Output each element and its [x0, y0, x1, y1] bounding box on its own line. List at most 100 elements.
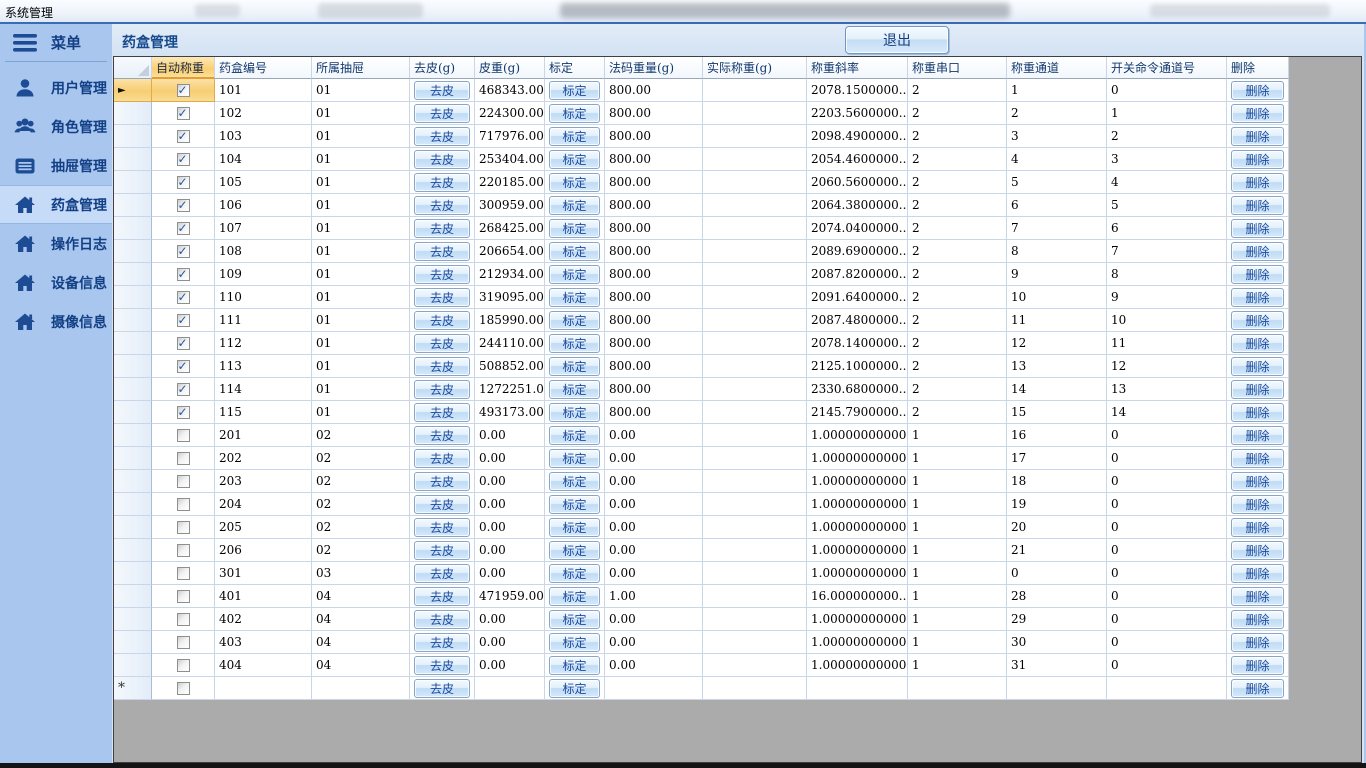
cell-box-no[interactable]: 402: [215, 608, 312, 631]
cell-box-no[interactable]: 106: [215, 194, 312, 217]
cell-weight[interactable]: 800.00: [605, 171, 703, 194]
cell-weight[interactable]: 800.00: [605, 355, 703, 378]
column-header-weight[interactable]: 法码重量(g): [605, 57, 703, 79]
cell-serial-port[interactable]: [908, 677, 1007, 700]
cell-box-no[interactable]: 108: [215, 240, 312, 263]
cell-switch-channel[interactable]: 8: [1107, 263, 1227, 286]
cell-serial-port[interactable]: 2: [908, 332, 1007, 355]
cell-channel[interactable]: 30: [1007, 631, 1107, 654]
auto-weigh-checkbox[interactable]: [177, 383, 190, 396]
cell-serial-port[interactable]: 1: [908, 631, 1007, 654]
row-header[interactable]: [114, 332, 152, 355]
cell-drawer[interactable]: 04: [312, 654, 410, 677]
calibrate-button[interactable]: 标定: [549, 495, 600, 514]
sidebar-item-user-management[interactable]: 用户管理: [0, 68, 112, 107]
cell-weight[interactable]: 800.00: [605, 148, 703, 171]
cell-slope[interactable]: 1.0000000000000: [807, 447, 908, 470]
cell-drawer[interactable]: 02: [312, 493, 410, 516]
cell-box-no[interactable]: 201: [215, 424, 312, 447]
cell-channel[interactable]: 20: [1007, 516, 1107, 539]
cell-actual-weight[interactable]: [703, 309, 807, 332]
cell-slope[interactable]: 2145.7900000...: [807, 401, 908, 424]
auto-weigh-checkbox[interactable]: [177, 107, 190, 120]
delete-button[interactable]: 删除: [1231, 288, 1284, 307]
cell-serial-port[interactable]: 1: [908, 493, 1007, 516]
tare-button[interactable]: 去皮: [414, 288, 470, 307]
cell-serial-port[interactable]: 2: [908, 401, 1007, 424]
column-header-slope[interactable]: 称重斜率: [807, 57, 908, 79]
cell-tare-weight[interactable]: 0.00: [475, 516, 545, 539]
cell-weight[interactable]: 0.00: [605, 516, 703, 539]
tare-button[interactable]: 去皮: [414, 610, 470, 629]
cell-tare-weight[interactable]: 0.00: [475, 631, 545, 654]
calibrate-button[interactable]: 标定: [549, 127, 600, 146]
cell-tare-weight[interactable]: 0.00: [475, 424, 545, 447]
calibrate-button[interactable]: 标定: [549, 81, 600, 100]
delete-button[interactable]: 删除: [1231, 196, 1284, 215]
tare-button[interactable]: 去皮: [414, 495, 470, 514]
cell-channel[interactable]: 5: [1007, 171, 1107, 194]
cell-tare-weight[interactable]: 253404.00: [475, 148, 545, 171]
cell-channel[interactable]: 16: [1007, 424, 1107, 447]
cell-weight[interactable]: 0.00: [605, 470, 703, 493]
auto-weigh-checkbox[interactable]: [177, 314, 190, 327]
cell-channel[interactable]: 14: [1007, 378, 1107, 401]
cell-channel[interactable]: 7: [1007, 217, 1107, 240]
cell-channel[interactable]: 11: [1007, 309, 1107, 332]
cell-tare-weight[interactable]: 471959.00: [475, 585, 545, 608]
cell-tare-weight[interactable]: 319095.00: [475, 286, 545, 309]
delete-button[interactable]: 删除: [1231, 380, 1284, 399]
calibrate-button[interactable]: 标定: [549, 426, 600, 445]
tare-button[interactable]: 去皮: [414, 449, 470, 468]
row-header[interactable]: [114, 516, 152, 539]
sidebar-item-operation-log[interactable]: 操作日志: [0, 224, 112, 263]
cell-switch-channel[interactable]: 0: [1107, 631, 1227, 654]
cell-box-no[interactable]: 202: [215, 447, 312, 470]
cell-channel[interactable]: 31: [1007, 654, 1107, 677]
cell-channel[interactable]: 2: [1007, 102, 1107, 125]
tare-button[interactable]: 去皮: [414, 656, 470, 675]
cell-slope[interactable]: 16.000000000...: [807, 585, 908, 608]
auto-weigh-checkbox[interactable]: [177, 590, 190, 603]
calibrate-button[interactable]: 标定: [549, 403, 600, 422]
cell-serial-port[interactable]: 2: [908, 194, 1007, 217]
calibrate-button[interactable]: 标定: [549, 196, 600, 215]
tare-button[interactable]: 去皮: [414, 679, 470, 698]
cell-weight[interactable]: 800.00: [605, 79, 703, 102]
auto-weigh-checkbox[interactable]: [177, 567, 190, 580]
cell-tare-weight[interactable]: 212934.00: [475, 263, 545, 286]
tare-button[interactable]: 去皮: [414, 334, 470, 353]
row-header[interactable]: [114, 470, 152, 493]
cell-drawer[interactable]: 02: [312, 539, 410, 562]
cell-serial-port[interactable]: 2: [908, 286, 1007, 309]
cell-box-no[interactable]: 301: [215, 562, 312, 585]
calibrate-button[interactable]: 标定: [549, 288, 600, 307]
cell-tare-weight[interactable]: [475, 677, 545, 700]
calibrate-button[interactable]: 标定: [549, 610, 600, 629]
cell-switch-channel[interactable]: 0: [1107, 470, 1227, 493]
cell-slope[interactable]: 2091.6400000...: [807, 286, 908, 309]
cell-switch-channel[interactable]: 0: [1107, 493, 1227, 516]
cell-drawer[interactable]: 01: [312, 355, 410, 378]
row-header[interactable]: [114, 631, 152, 654]
cell-weight[interactable]: 0.00: [605, 562, 703, 585]
cell-actual-weight[interactable]: [703, 79, 807, 102]
column-header-serial[interactable]: 称重串口: [908, 57, 1007, 79]
auto-weigh-checkbox[interactable]: [177, 222, 190, 235]
cell-box-no[interactable]: 112: [215, 332, 312, 355]
calibrate-button[interactable]: 标定: [549, 265, 600, 284]
cell-channel[interactable]: 29: [1007, 608, 1107, 631]
calibrate-button[interactable]: 标定: [549, 679, 600, 698]
cell-tare-weight[interactable]: 0.00: [475, 470, 545, 493]
cell-channel[interactable]: 28: [1007, 585, 1107, 608]
cell-box-no[interactable]: 114: [215, 378, 312, 401]
row-header[interactable]: [114, 217, 152, 240]
cell-drawer[interactable]: 03: [312, 562, 410, 585]
cell-actual-weight[interactable]: [703, 631, 807, 654]
exit-button[interactable]: 退出: [845, 26, 949, 54]
cell-switch-channel[interactable]: [1107, 677, 1227, 700]
cell-actual-weight[interactable]: [703, 125, 807, 148]
cell-box-no[interactable]: 104: [215, 148, 312, 171]
cell-drawer[interactable]: 01: [312, 309, 410, 332]
tare-button[interactable]: 去皮: [414, 242, 470, 261]
